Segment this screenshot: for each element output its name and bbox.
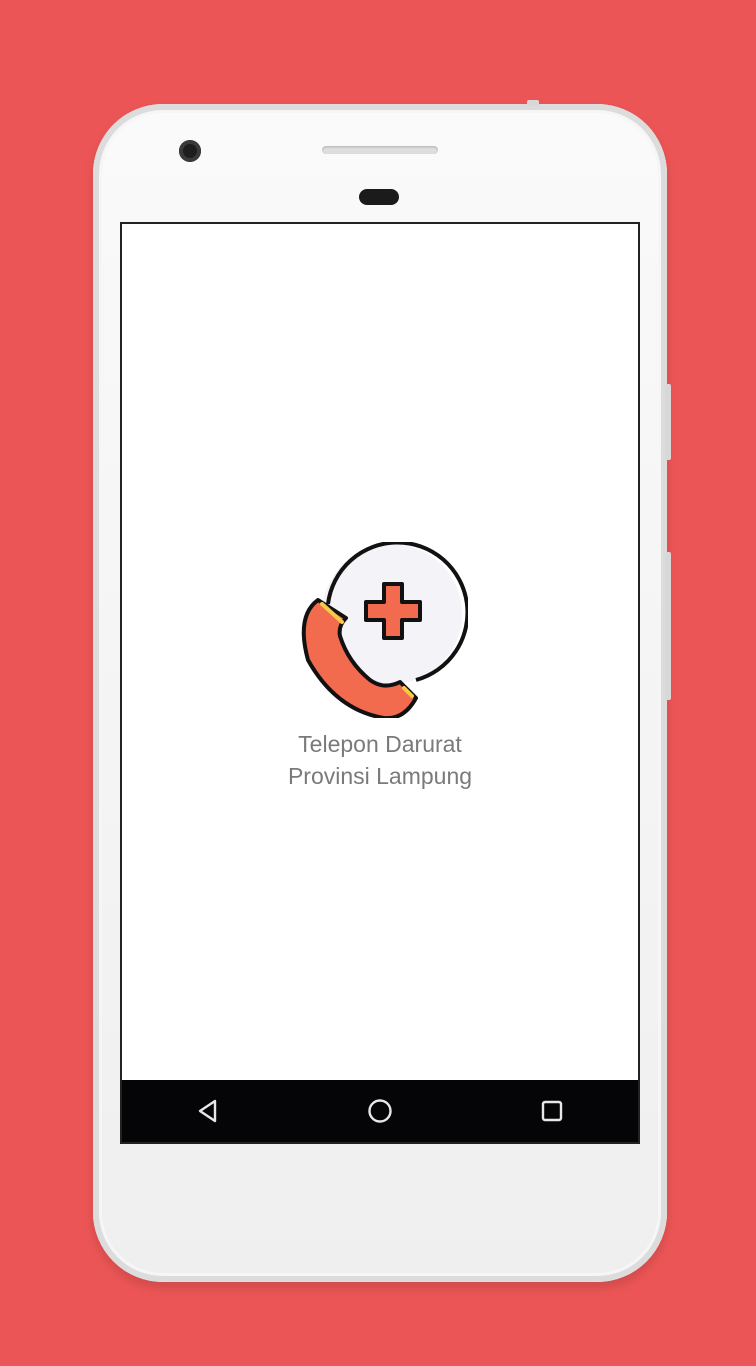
recents-icon[interactable] — [532, 1091, 572, 1131]
app-title-line1: Telepon Darurat — [298, 731, 462, 757]
screen: Telepon Darurat Provinsi Lampung — [120, 222, 640, 1144]
front-camera — [179, 140, 201, 162]
volume-button — [665, 552, 671, 700]
back-icon[interactable] — [188, 1091, 228, 1131]
home-icon[interactable] — [360, 1091, 400, 1131]
proximity-sensor — [359, 189, 399, 205]
navigation-bar — [122, 1080, 638, 1142]
power-button — [665, 384, 671, 460]
earpiece-speaker — [322, 146, 438, 154]
app-title-line2: Provinsi Lampung — [287, 763, 473, 789]
emergency-call-icon — [292, 540, 470, 721]
top-notch-button — [527, 100, 539, 106]
